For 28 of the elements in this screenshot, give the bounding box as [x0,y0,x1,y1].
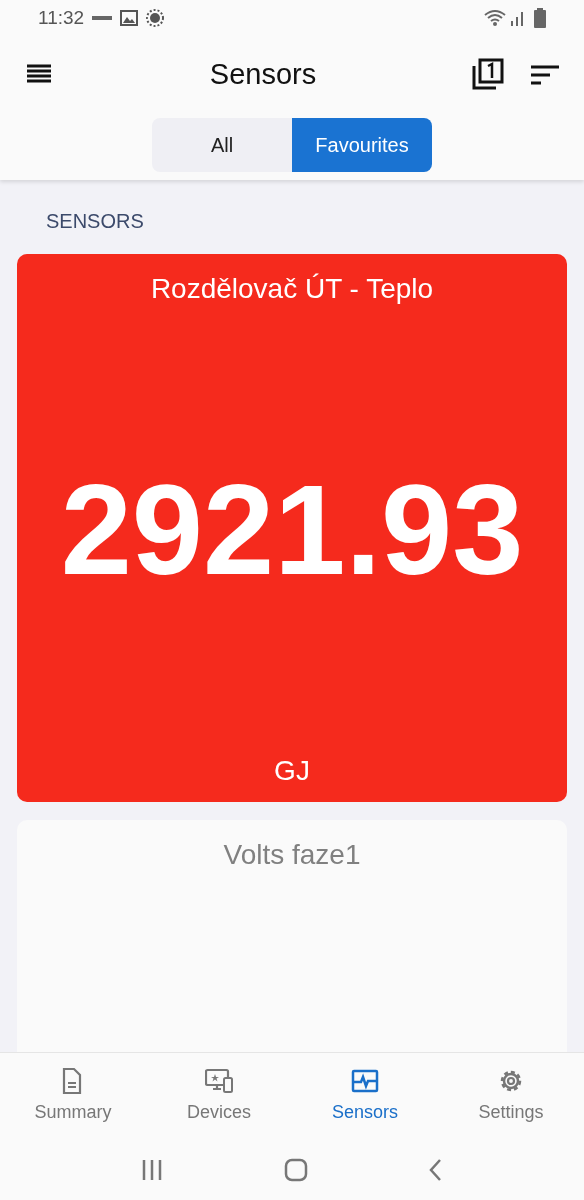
devices-icon [205,1067,233,1095]
filter-one-icon[interactable] [470,58,504,92]
sun-icon [146,9,165,27]
home-icon[interactable] [284,1158,308,1182]
signal-icon [510,9,526,27]
screen-title: Sensors [208,57,318,93]
nav-tab[interactable]: Summary [0,1066,146,1127]
sensor-value: 2921.93 [60,466,524,594]
recent-apps-icon[interactable] [140,1159,164,1181]
wifi-icon [484,9,506,27]
sort-icon[interactable] [528,64,562,86]
sensor-card[interactable]: Volts faze1 [17,820,567,1052]
sensor-name: Volts faze1 [223,838,361,872]
sensor-unit: GJ [274,754,310,788]
notification-icon [92,14,113,22]
nav-tab[interactable]: Devices [146,1066,292,1127]
sensor-name: Rozdělovač ÚT - Teplo [150,272,434,306]
nav-tab[interactable]: Settings [438,1066,584,1127]
status-time: 11:32 [38,5,85,30]
section-header: SENSORS [45,209,145,234]
back-icon[interactable] [428,1158,444,1182]
segment-tab[interactable]: All [152,118,292,172]
sensor-card[interactable]: Rozdělovač ÚT - Teplo 2921.93 GJ [17,254,567,802]
battery-icon [534,8,546,28]
sensor-chart-icon [351,1067,379,1095]
nav-tab[interactable]: Sensors [292,1066,438,1127]
image-icon [120,10,139,26]
segment-tab[interactable]: Favourites [292,118,432,172]
